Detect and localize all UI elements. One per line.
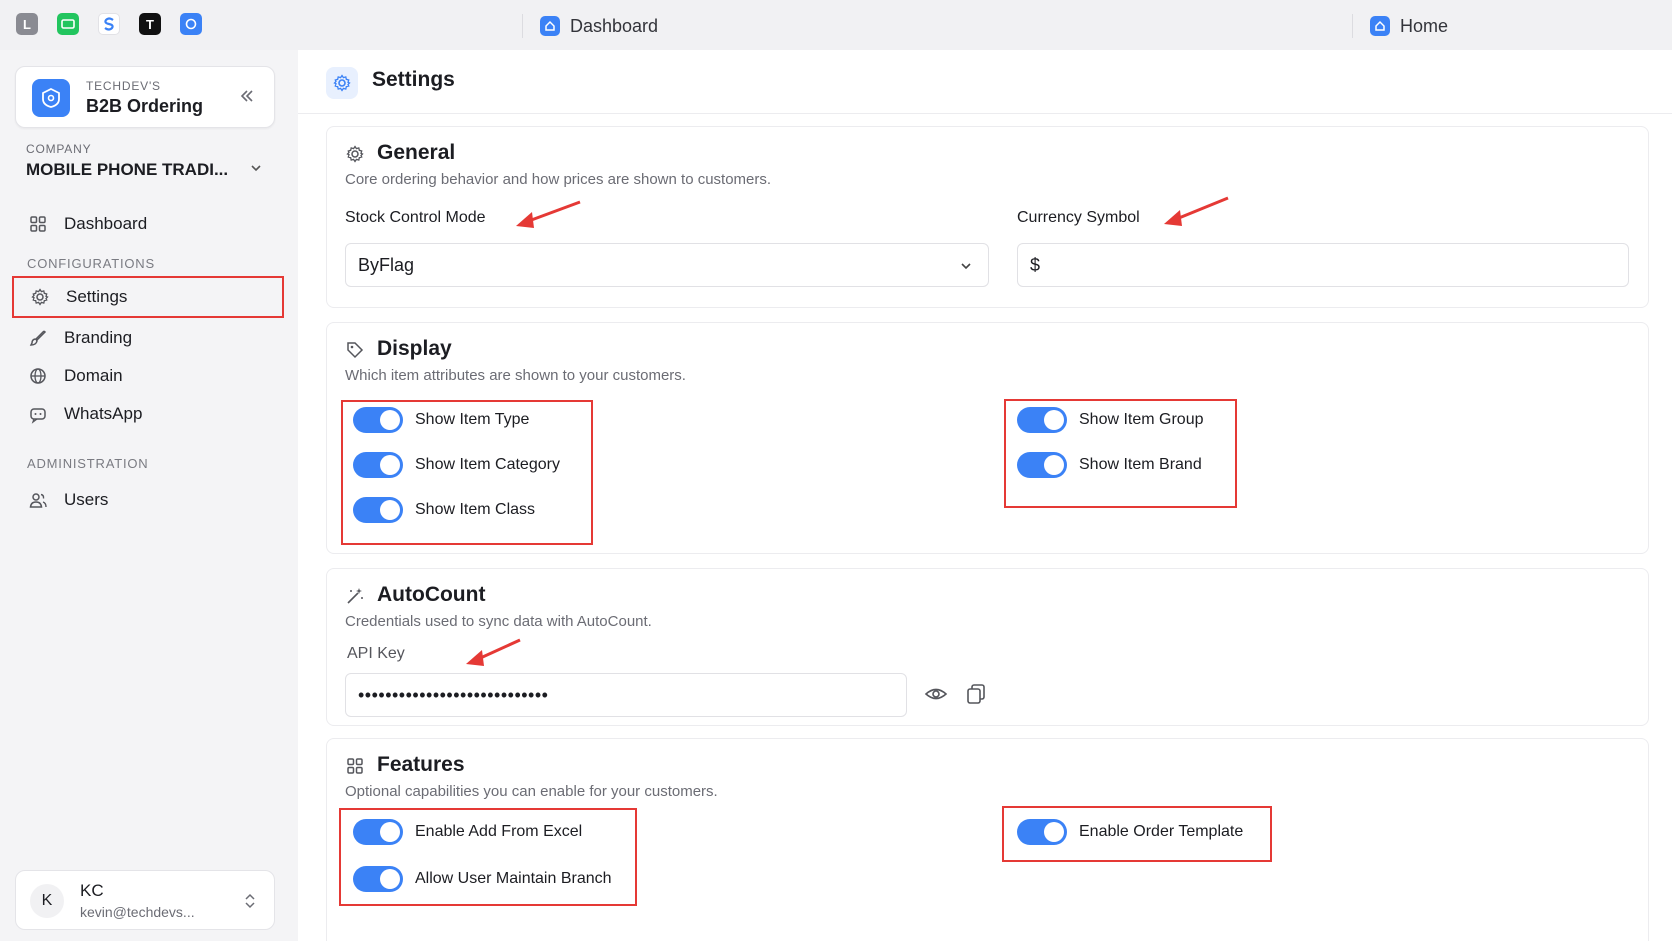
gear-icon — [346, 145, 364, 163]
chat-bot-icon — [30, 408, 46, 424]
section-description: Which item attributes are shown to your … — [345, 367, 686, 384]
sidebar-item-dashboard[interactable]: Dashboard — [12, 204, 284, 244]
annotation-box-features-left — [339, 808, 637, 906]
section-title: General — [377, 141, 456, 164]
annotation-box-features-right — [1002, 806, 1272, 862]
tab-home[interactable]: Home — [1370, 14, 1448, 38]
page-title: Settings — [372, 68, 455, 91]
currency-symbol-label: Currency Symbol — [1017, 209, 1140, 226]
sidebar-item-domain[interactable]: Domain — [12, 356, 284, 396]
app-green-icon[interactable] — [57, 13, 79, 35]
home-icon — [540, 16, 560, 36]
sidebar-item-label: Dashboard — [64, 214, 148, 233]
page-header: Settings — [298, 50, 1672, 114]
eye-icon[interactable] — [924, 682, 948, 706]
brand-logo-icon — [32, 79, 70, 117]
brand-subtitle: TECHDEV'S — [86, 79, 161, 93]
app-t-icon[interactable]: T — [139, 13, 161, 35]
chevron-down-icon — [961, 263, 971, 270]
annotation-box-display-right — [1004, 399, 1237, 508]
brand-card[interactable]: TECHDEV'S B2B Ordering — [15, 66, 275, 128]
section-title: Display — [377, 337, 452, 360]
stock-control-label: Stock Control Mode — [345, 209, 486, 226]
annotation-arrow-api-key — [466, 638, 521, 666]
section-configurations: CONFIGURATIONS — [27, 256, 155, 271]
tab-separator — [522, 14, 523, 38]
brush-icon — [29, 330, 47, 346]
app-blue-icon[interactable] — [180, 13, 202, 35]
sidebar-item-label: WhatsApp — [64, 404, 143, 423]
sidebar-item-users[interactable]: Users — [12, 480, 284, 520]
api-key-label: API Key — [347, 645, 405, 662]
sidebar-item-label: Domain — [64, 366, 123, 385]
annotation-box-display-left — [341, 400, 593, 545]
tag-icon — [347, 342, 364, 359]
globe-icon — [30, 368, 46, 384]
sidebar-item-label: Settings — [66, 287, 128, 306]
autocount-section: AutoCount Credentials used to sync data … — [326, 568, 1649, 726]
top-bar: L T Dashboard Home — [0, 0, 1672, 50]
section-title: AutoCount — [377, 583, 486, 606]
tab-separator — [1352, 14, 1353, 38]
select-value: ByFlag — [358, 254, 415, 275]
section-description: Optional capabilities you can enable for… — [345, 783, 718, 800]
input-value: •••••••••••••••••••••••••••• — [358, 684, 549, 705]
user-name: KC — [80, 881, 104, 900]
sidebar-item-whatsapp[interactable]: WhatsApp — [12, 394, 284, 434]
section-administration: ADMINISTRATION — [27, 456, 149, 471]
avatar: K — [30, 884, 64, 918]
company-label: COMPANY — [26, 142, 92, 156]
user-email: kevin@techdevs... — [80, 904, 195, 920]
sidebar: TECHDEV'S B2B Ordering COMPANY MOBILE PH… — [0, 50, 298, 941]
chevron-up-down-icon — [245, 893, 255, 909]
tab-label: Home — [1400, 15, 1449, 36]
chevron-down-icon[interactable] — [248, 160, 264, 176]
tab-dashboard[interactable]: Dashboard — [540, 14, 658, 38]
users-icon — [29, 493, 47, 508]
grid-icon — [30, 216, 46, 232]
section-description: Credentials used to sync data with AutoC… — [345, 613, 652, 630]
home-icon — [1370, 16, 1390, 36]
annotation-arrow-stock — [516, 200, 581, 228]
app-l-icon[interactable]: L — [16, 13, 38, 35]
annotation-arrow-currency — [1164, 196, 1229, 226]
sidebar-item-branding[interactable]: Branding — [12, 318, 284, 358]
user-menu[interactable]: K KC kevin@techdevs... — [15, 870, 275, 930]
sidebar-item-label: Users — [64, 490, 109, 509]
section-title: Features — [377, 753, 465, 776]
api-key-input[interactable]: •••••••••••••••••••••••••••• — [345, 673, 907, 717]
currency-symbol-input[interactable]: $ — [1017, 243, 1629, 287]
gear-icon — [326, 67, 358, 99]
copy-icon[interactable] — [964, 682, 988, 706]
sidebar-item-label: Branding — [64, 328, 133, 347]
magic-wand-icon — [347, 588, 363, 604]
company-selector[interactable]: MOBILE PHONE TRADI... — [26, 160, 228, 180]
app-s-icon[interactable] — [98, 13, 120, 35]
brand-name: B2B Ordering — [86, 96, 204, 116]
gear-icon — [31, 288, 49, 306]
input-value: $ — [1030, 254, 1041, 275]
grid-icon — [347, 758, 363, 774]
section-description: Core ordering behavior and how prices ar… — [345, 171, 772, 188]
sidebar-item-settings[interactable]: Settings — [12, 276, 284, 318]
stock-control-select[interactable]: ByFlag — [345, 243, 989, 287]
tab-label: Dashboard — [570, 15, 659, 36]
collapse-sidebar-icon[interactable] — [238, 87, 256, 105]
